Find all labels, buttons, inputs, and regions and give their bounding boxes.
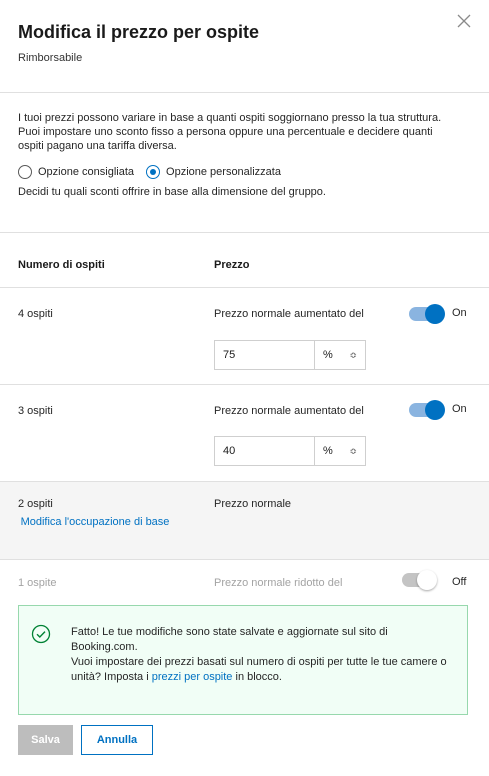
radio-custom[interactable] xyxy=(146,165,161,179)
updown-icon: ≎ xyxy=(349,445,357,456)
success-line-1: Fatto! Le tue modifiche sono state salva… xyxy=(71,626,388,653)
toggle-knob xyxy=(425,400,445,420)
save-button[interactable]: Salva xyxy=(18,725,73,755)
row-guests-4: 4 ospiti xyxy=(18,308,53,320)
success-banner: Fatto! Le tue modifiche sono state salva… xyxy=(18,605,468,715)
divider xyxy=(0,384,489,385)
unit-label: % xyxy=(323,445,333,457)
success-message: Fatto! Le tue modifiche sono state salva… xyxy=(71,625,451,685)
toggle-switch-1[interactable] xyxy=(402,570,437,590)
edit-base-occupancy-link[interactable]: Modifica l'occupazione di base xyxy=(18,515,172,529)
radio-recommended[interactable] xyxy=(18,165,32,179)
toggle-label-4: On xyxy=(452,307,467,319)
row-price-label-1: Prezzo normale ridotto del xyxy=(214,577,343,589)
price-increase-input-4[interactable]: 75 % ≎ xyxy=(214,340,366,370)
updown-icon: ≎ xyxy=(349,349,357,360)
success-line-2: Vuoi impostare dei prezzi basati sul num… xyxy=(71,655,451,685)
unit-select[interactable]: % ≎ xyxy=(315,437,365,465)
column-header-price: Prezzo xyxy=(214,259,250,271)
success-line-2-end: in blocco. xyxy=(232,671,282,683)
dialog-subtitle: Rimborsabile xyxy=(18,52,83,64)
toggle-knob xyxy=(425,304,445,324)
unit-select[interactable]: % ≎ xyxy=(315,341,365,369)
toggle-knob xyxy=(417,570,437,590)
radio-recommended-label[interactable]: Opzione consigliata xyxy=(38,166,134,178)
divider xyxy=(0,559,489,560)
dialog-title: Modifica il prezzo per ospite xyxy=(18,22,260,42)
row-price-label-2: Prezzo normale xyxy=(214,498,292,510)
price-per-guest-dialog: Modifica il prezzo per ospite Rimborsabi… xyxy=(0,0,489,776)
hint-text: Decidi tu quali sconti offrire in base a… xyxy=(18,186,326,198)
row-price-label-4: Prezzo normale aumentato del xyxy=(214,308,364,320)
column-header-guests: Numero di ospiti xyxy=(18,259,105,271)
price-value-field[interactable]: 40 xyxy=(215,437,315,465)
divider xyxy=(0,92,489,93)
toggle-switch-3[interactable] xyxy=(409,400,445,420)
toggle-switch-4[interactable] xyxy=(409,304,445,324)
price-increase-input-3[interactable]: 40 % ≎ xyxy=(214,436,366,466)
bulk-price-per-guest-link[interactable]: prezzi per ospite xyxy=(152,671,233,683)
divider xyxy=(0,481,489,482)
check-circle-icon xyxy=(31,624,51,644)
toggle-label-1: Off xyxy=(452,576,467,588)
row-guests-3: 3 ospiti xyxy=(18,405,53,417)
divider xyxy=(0,232,489,233)
close-icon[interactable] xyxy=(455,12,473,30)
price-value-field[interactable]: 75 xyxy=(215,341,315,369)
row-guests-2: 2 ospiti xyxy=(18,498,53,510)
option-radio-group: Opzione consigliata Opzione personalizza… xyxy=(18,165,293,179)
toggle-label-3: On xyxy=(452,403,467,415)
unit-label: % xyxy=(323,349,333,361)
divider xyxy=(0,287,489,288)
description-text: I tuoi prezzi possono variare in base a … xyxy=(18,112,442,152)
row-guests-1: 1 ospite xyxy=(18,577,57,589)
radio-custom-label[interactable]: Opzione personalizzata xyxy=(166,166,281,178)
cancel-button[interactable]: Annulla xyxy=(81,725,153,755)
row-price-label-3: Prezzo normale aumentato del xyxy=(214,405,364,417)
